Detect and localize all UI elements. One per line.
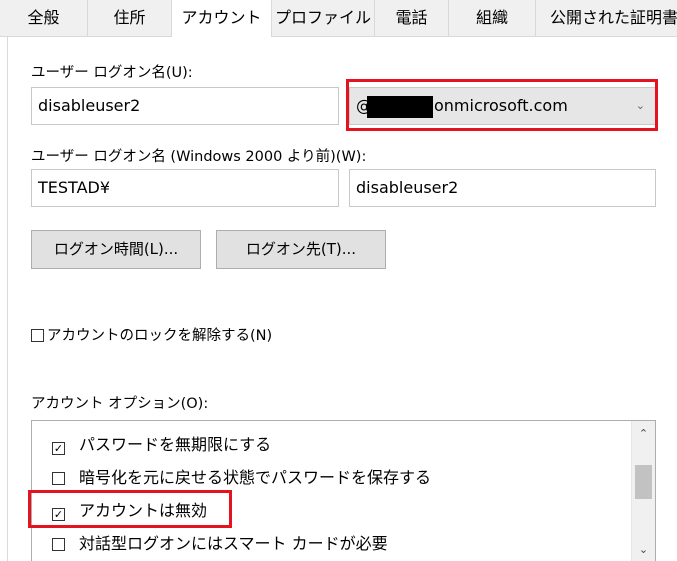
list-item[interactable]: ✓ パスワードを無期限にする xyxy=(52,434,271,456)
scroll-up-icon[interactable]: ⌃ xyxy=(632,427,655,440)
tab-account[interactable]: アカウント xyxy=(171,0,272,37)
option-label: 暗号化を元に戻せる状態でパスワードを保存する xyxy=(79,468,432,487)
unlock-account-option[interactable]: アカウントのロックを解除する(N) xyxy=(31,324,272,345)
option-checkbox[interactable] xyxy=(52,472,65,485)
highlight-box-domain xyxy=(346,79,658,131)
tab-organization[interactable]: 組織 xyxy=(449,0,536,36)
account-options-label: アカウント オプション(O): xyxy=(31,396,209,412)
option-checkbox[interactable] xyxy=(52,538,65,551)
highlight-box-disabled xyxy=(28,490,232,528)
pre2000-logon-label: ユーザー ログオン名 (Windows 2000 より前)(W): xyxy=(31,149,367,165)
panel-border xyxy=(7,37,8,561)
logon-to-button[interactable]: ログオン先(T)... xyxy=(216,230,386,269)
pre2000-domain-field: TESTAD¥ xyxy=(31,169,339,207)
tab-address[interactable]: 住所 xyxy=(88,0,172,36)
tab-published-certificates[interactable]: 公開された証明書 xyxy=(536,0,677,36)
unlock-label: アカウントのロックを解除する(N) xyxy=(47,328,273,344)
logon-name-input[interactable]: disableuser2 xyxy=(31,87,339,125)
pre2000-username-input[interactable]: disableuser2 xyxy=(349,169,656,207)
list-item[interactable]: 暗号化を元に戻せる状態でパスワードを保存する xyxy=(52,467,431,489)
option-label: 対話型ログオンにはスマート カードが必要 xyxy=(79,534,388,553)
tab-phone[interactable]: 電話 xyxy=(375,0,449,36)
list-item[interactable]: 対話型ログオンにはスマート カードが必要 xyxy=(52,533,388,555)
checkmark-icon[interactable]: ✓ xyxy=(52,442,65,455)
tab-general[interactable]: 全般 xyxy=(0,0,88,36)
scroll-down-icon[interactable]: ⌄ xyxy=(632,543,655,556)
tab-bar: 全般 住所 アカウント プロファイル 電話 組織 公開された証明書 xyxy=(0,0,677,37)
options-scrollbar[interactable]: ⌃ ⌄ xyxy=(631,421,655,561)
logon-hours-button[interactable]: ログオン時間(L)... xyxy=(31,230,201,269)
unlock-checkbox[interactable] xyxy=(31,329,44,342)
logon-name-label: ユーザー ログオン名(U): xyxy=(31,65,193,81)
option-label: パスワードを無期限にする xyxy=(79,435,272,454)
tab-profile[interactable]: プロファイル xyxy=(272,0,375,36)
scrollbar-thumb[interactable] xyxy=(635,465,652,499)
